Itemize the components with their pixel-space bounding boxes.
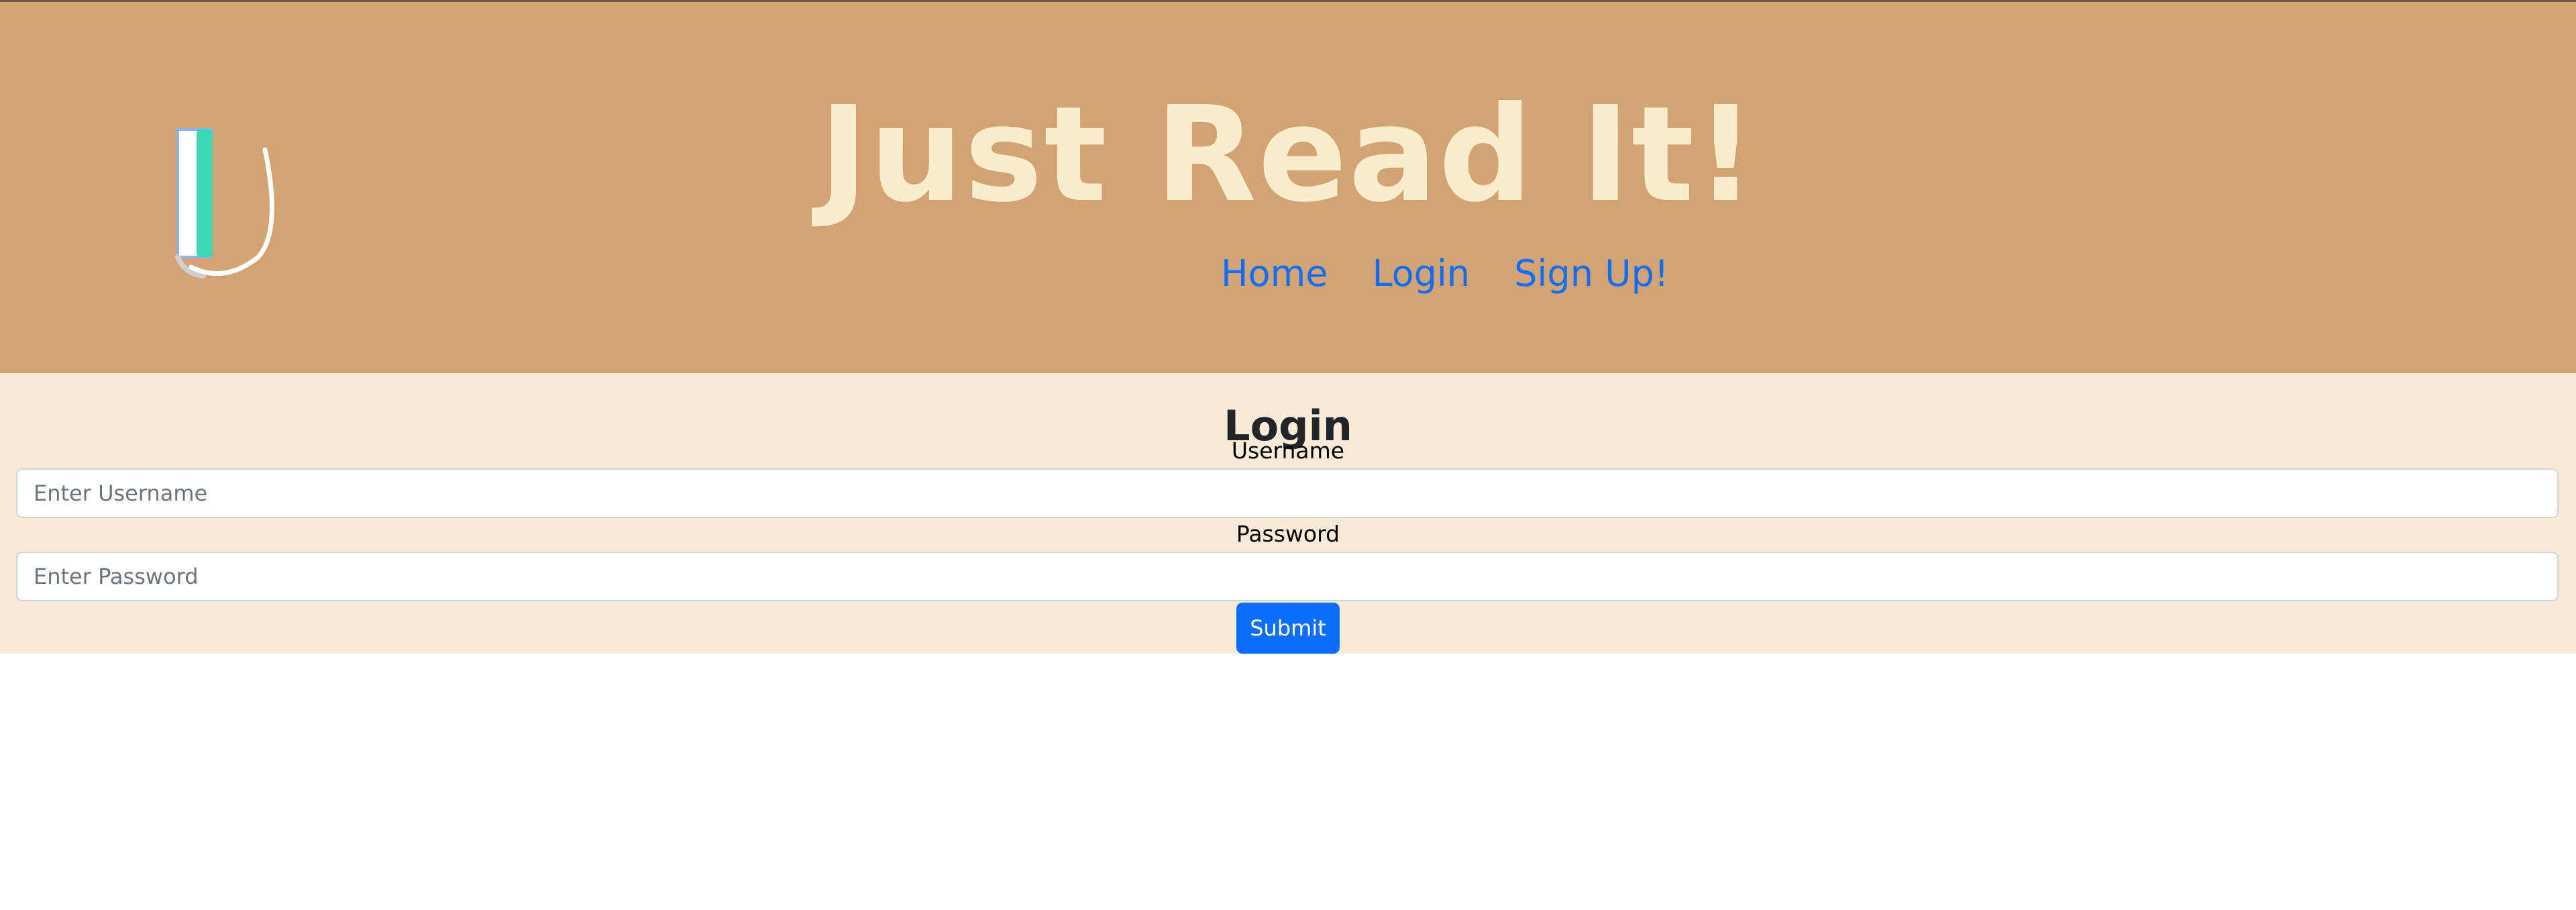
nav-link-signup[interactable]: Sign Up! [1514, 244, 1668, 304]
site-header: Just Read It! Home Login Sign Up! [0, 0, 2576, 373]
nav-link-home[interactable]: Home [1221, 244, 1328, 304]
submit-button[interactable]: Submit [1236, 603, 1340, 654]
password-label: Password [1236, 521, 1340, 547]
password-input[interactable] [16, 552, 2559, 601]
login-form: Login Username Password Submit [0, 373, 2576, 654]
main-nav: Home Login Sign Up! [1221, 244, 1669, 304]
username-input[interactable] [16, 468, 2559, 518]
nav-link-login[interactable]: Login [1372, 244, 1470, 304]
site-title: Just Read It! [819, 79, 1757, 232]
username-label: Username [1231, 438, 1345, 464]
